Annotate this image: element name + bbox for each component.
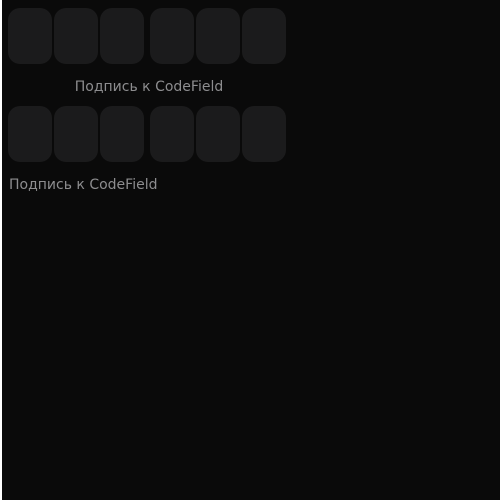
page: Подпись к CodeField Подпись к CodeField [0, 0, 498, 500]
code-group-2 [150, 8, 286, 64]
code-cell-1[interactable] [8, 106, 52, 162]
code-cell-6[interactable] [242, 8, 286, 64]
code-cell-1[interactable] [8, 8, 52, 64]
code-cell-6[interactable] [242, 106, 286, 162]
code-group-1 [8, 106, 144, 162]
code-cell-4[interactable] [150, 8, 194, 64]
code-cell-4[interactable] [150, 106, 194, 162]
code-cell-5[interactable] [196, 106, 240, 162]
code-field-2 [8, 106, 286, 162]
code-group-1 [8, 8, 144, 64]
code-cell-3[interactable] [100, 106, 144, 162]
code-group-2 [150, 106, 286, 162]
code-field-1 [8, 8, 286, 64]
code-cell-2[interactable] [54, 8, 98, 64]
code-cell-2[interactable] [54, 106, 98, 162]
code-field-1-caption: Подпись к CodeField [74, 79, 224, 95]
code-field-2-caption: Подпись к CodeField [9, 177, 158, 193]
code-cell-3[interactable] [100, 8, 144, 64]
code-cell-5[interactable] [196, 8, 240, 64]
